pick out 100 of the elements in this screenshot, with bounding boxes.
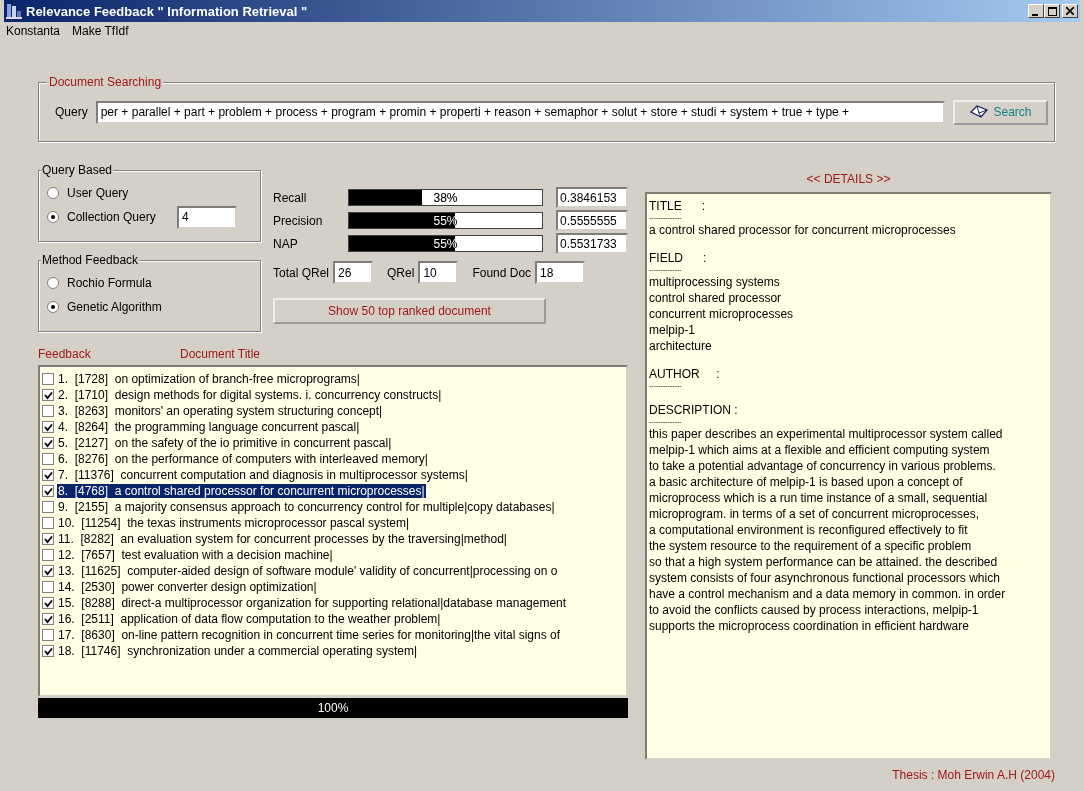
radio-button[interactable] [47,277,59,289]
detail-line: control shared processor [649,290,783,306]
list-item[interactable]: 12. [7657] test evaluation with a decision machine| [57,548,334,562]
checkbox[interactable] [42,485,54,497]
section-heading: FIELD : [649,250,708,266]
count-field[interactable]: 18 [535,261,586,284]
list-item[interactable]: 9. [2155] a majority consensus approach to concurrency control for multiple|copy databases| [57,500,556,514]
list-item[interactable]: 1. [1728] on optimization of branch-free microprograms| [57,372,361,386]
detail-line: architecture [649,338,713,354]
detail-line: supports the microprocess coordination in efficient hardware [649,618,970,634]
radio-label: Genetic Algorithm [67,300,163,314]
menu-item[interactable]: Konstanta [6,24,61,42]
list-item[interactable]: 11. [8282] an evaluation system for concurrent processes by the traversing|method| [57,532,508,546]
list-item[interactable]: 15. [8288] direct-a multiprocessor organization for supporting relational|database management [57,596,568,610]
details-heading: << DETAILS >> [805,172,892,188]
radio-button[interactable] [47,301,59,313]
list-item[interactable]: 3. [8263] monitors' an operating system structuring concept| [57,404,384,418]
checkbox[interactable] [42,373,54,385]
checkbox[interactable] [42,517,54,529]
radio-label: User Query [67,186,130,200]
list-item[interactable]: 13. [11625] computer-aided design of software module' validity of concurrent|processing on o [57,564,559,578]
checkbox[interactable] [42,549,54,561]
radio-label: Rochio Formula [67,276,153,290]
value-field[interactable]: 0.3846153 [556,187,628,208]
detail-line: this paper describes an experimental multiprocessor system called [649,426,1004,442]
checkbox[interactable] [42,565,54,577]
list-item[interactable]: 5. [2127] on the safety of the io primitive in concurrent pascal| [57,436,393,450]
section-heading: TITLE : [649,198,706,214]
column-header: Feedback [38,347,92,361]
count-label: QRel [387,265,415,280]
detail-line: so that a high system performance can be attained. the described [649,554,999,570]
metric-label: Recall [273,190,308,205]
radio-label: Collection Query [67,210,157,224]
close-icon [1066,6,1074,15]
detail-line: a basic architecture of melpip-1 is based upon a concept of [649,474,964,490]
count-field[interactable]: 26 [333,261,374,284]
detail-line: have a control mechanism and a data memory in common. in order [649,586,1007,602]
detail-line: to take a potential advantage of concurrency in various problems. [649,458,997,474]
window-title: Relevance Feedback " Information Retrieval " [26,3,309,19]
checkbox[interactable] [42,613,54,625]
close-button[interactable] [1062,4,1078,18]
detail-line: to avoid the conflicts caused by process interactions, melpip-1 [649,602,980,618]
count-label: Found Doc [472,265,532,280]
checkbox[interactable] [42,629,54,641]
list-item[interactable]: 8. [4768] a control shared processor for concurrent microprocesses| [57,484,426,498]
list-item[interactable]: 2. [1710] design methods for digital systems. i. concurrency constructs| [57,388,443,402]
detail-line: a control shared processor for concurrent microprocesses [649,222,957,238]
column-header: Document Title [180,347,261,361]
count-field[interactable]: 10 [418,261,459,284]
detail-line: melpip-1 which aims at a flexible and efficient computing system [649,442,991,458]
progress-text: 100% [317,701,349,715]
detail-line: the system resource to the requirement of a specific problem [649,538,973,554]
value-field[interactable]: 0.5531733 [556,233,628,254]
detail-line: microprocess which is a run time instance of a small, sequential [649,490,989,506]
maximize-button[interactable] [1044,4,1060,18]
checkbox[interactable] [42,389,54,401]
menu-item[interactable]: Make TfIdf [72,24,129,42]
section-heading: AUTHOR : [649,366,721,382]
metric-label: Precision [273,213,324,228]
query-field[interactable]: per + parallel + part + problem + process + program + promin + properti + reason + semaphor + solut + store + studi + system + true + type + [95,100,945,124]
checkbox[interactable] [42,421,54,433]
list-item[interactable]: 17. [8630] on-line pattern recognition in concurrent time series for monitoring|the vital signs of [57,628,562,642]
checkbox[interactable] [42,581,54,593]
buildings-icon [6,3,22,19]
value-field[interactable]: 0.5555555 [556,210,628,231]
field-label: Query [55,105,88,119]
list-item[interactable]: 7. [11376] concurrent computation and diagnosis in multiprocessor systems| [57,468,469,482]
list-item[interactable]: 18. [11746] synchronization under a commercial operating system| [57,644,419,658]
maximize-icon [1047,7,1057,16]
detail-line: multiprocessing systems [649,274,781,290]
group-title: Query Based [41,163,114,177]
section-heading: DESCRIPTION : [649,402,739,418]
radio-button[interactable] [47,211,59,223]
group-title: Document Searching [47,75,164,89]
detail-line: a computational environment is reconfigured effectively to fit [649,522,969,538]
minimize-button[interactable] [1028,4,1044,18]
detail-line: melpip-1 [649,322,697,338]
checkbox[interactable] [42,645,54,657]
radio-button[interactable] [47,187,59,199]
list-item[interactable]: 14. [2530] power converter design optimization| [57,580,318,594]
collection-field[interactable]: 4 [177,205,237,229]
detail-line: concurrent microprocesses [649,306,795,322]
checkbox[interactable] [42,453,54,465]
checkbox[interactable] [42,405,54,417]
list-item[interactable]: 6. [8276] on the performance of computers with interleaved memory| [57,452,429,466]
checkbox[interactable] [42,533,54,545]
list-item[interactable]: 4. [8264] the programming language concurrent pascal| [57,420,361,434]
checkbox[interactable] [42,469,54,481]
list-item[interactable]: 16. [2511] application of data flow computation to the weather problem| [57,612,442,626]
detail-line: system consists of four asynchronous functional processors which [649,570,1001,586]
count-label: Total QRel [273,265,330,280]
group-title: Method Feedback [41,253,140,267]
detail-line: microprogram. in terms of a set of concurrent microprocesses, [649,506,981,522]
show-ranked-button[interactable]: Show 50 top ranked document [273,298,546,324]
checkbox[interactable] [42,597,54,609]
checkbox[interactable] [42,437,54,449]
metric-label: NAP [273,236,299,251]
list-item[interactable]: 10. [11254] the texas instruments microprocessor pascal system| [57,516,411,530]
checkbox[interactable] [42,501,54,513]
credit-text: Thesis : Moh Erwin A.H (2004) [891,768,1055,782]
